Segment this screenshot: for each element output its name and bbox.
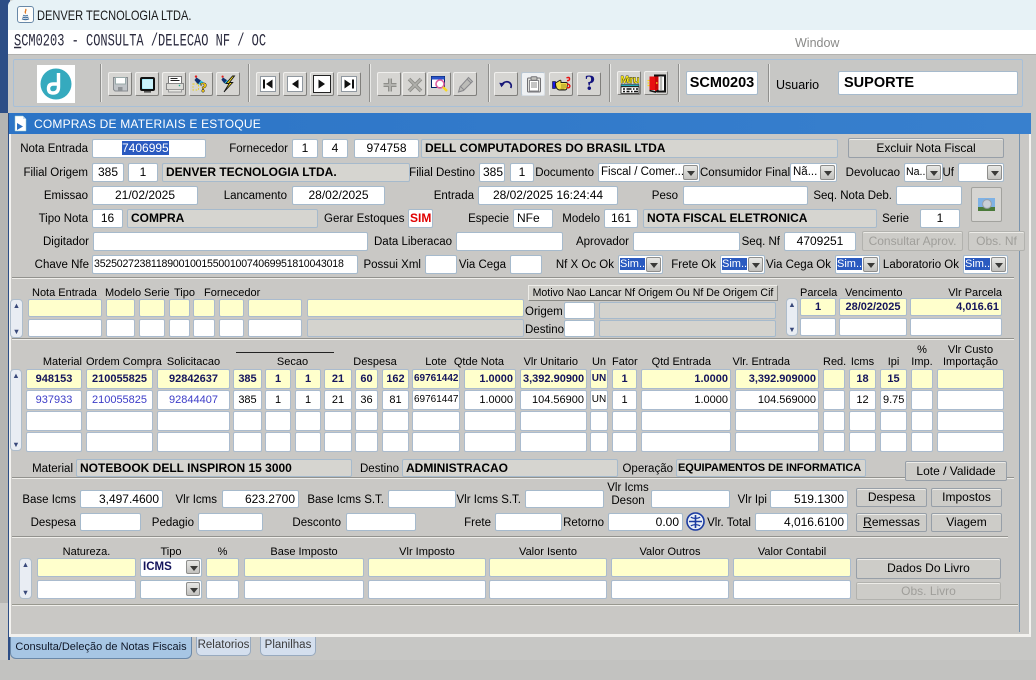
svg-text:?: ? <box>200 81 207 94</box>
